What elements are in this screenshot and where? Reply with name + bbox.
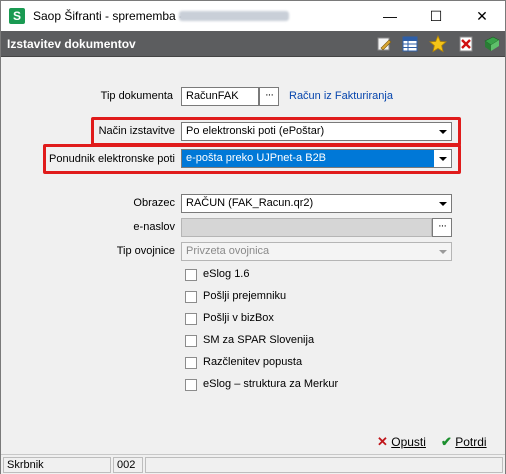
table-icon[interactable] [401, 35, 419, 53]
app-icon: S [9, 8, 25, 24]
title-bar: S Saop Šifranti - sprememba - — ☐ ✕ [1, 1, 505, 31]
status-code: 002 [113, 457, 143, 473]
form-content: Tip dokumenta RačunFAK ··· Račun iz Fakt… [1, 57, 505, 427]
check-icon: ✔ [441, 434, 452, 449]
status-empty [145, 457, 503, 473]
eslog-16-label: eSlog 1.6 [203, 268, 250, 280]
eslog-merkur-label: eSlog – struktura za Merkur [203, 378, 339, 390]
eslog-merkur-checkbox[interactable] [185, 379, 197, 391]
poslji-bizbox-checkbox[interactable] [185, 313, 197, 325]
sm-spar-label: SM za SPAR Slovenija [203, 334, 315, 346]
tip-dokumenta-label: Tip dokumenta [100, 90, 173, 102]
ponudnik-select[interactable]: e-pošta preko UJPnet-a B2B [181, 149, 452, 168]
cancel-button[interactable]: ✕ Opusti [377, 434, 426, 450]
poslji-bizbox-label: Pošlji v bizBox [203, 312, 274, 324]
nacin-izstavitve-select[interactable]: Po elektronski poti (ePoštar) [181, 122, 452, 141]
maximize-button[interactable]: ☐ [413, 1, 459, 31]
minimize-button[interactable]: — [367, 1, 413, 31]
e-naslov-input[interactable] [181, 218, 432, 237]
book-icon[interactable] [483, 35, 501, 53]
form-title: Izstavitev dokumentov [7, 37, 136, 51]
tip-ovojnice-select[interactable]: Privzeta ovojnica [181, 242, 452, 261]
eslog-16-checkbox[interactable] [185, 269, 197, 281]
status-bar: Skrbnik 002 [1, 454, 505, 474]
confirm-button[interactable]: ✔ Potrdi [441, 434, 487, 450]
ponudnik-label: Ponudnik elektronske poti [49, 153, 175, 165]
tip-dokumenta-link[interactable]: Račun iz Fakturiranja [289, 90, 393, 102]
sm-spar-checkbox[interactable] [185, 335, 197, 347]
e-naslov-label: e-naslov [133, 221, 175, 233]
poslji-prejemniku-label: Pošlji prejemniku [203, 290, 287, 302]
razclenitev-popusta-label: Razčlenitev popusta [203, 356, 303, 368]
nacin-izstavitve-label: Način izstavitve [98, 125, 175, 137]
form-header: Izstavitev dokumentov [1, 31, 505, 57]
nacin-izstavitve-chevron-down-icon[interactable] [435, 123, 451, 140]
e-naslov-browse-button[interactable]: ··· [432, 218, 452, 237]
cancel-icon: ✕ [377, 434, 388, 449]
star-icon[interactable] [429, 35, 447, 53]
title-redacted [179, 11, 289, 21]
ponudnik-selected-value: e-pošta preko UJPnet-a B2B [182, 150, 434, 167]
obrazec-label: Obrazec [133, 197, 175, 209]
close-button[interactable]: ✕ [459, 1, 505, 31]
ponudnik-chevron-down-icon[interactable] [435, 150, 451, 167]
window-title: Saop Šifranti - sprememba - [33, 9, 184, 23]
delete-icon[interactable] [457, 35, 475, 53]
tip-ovojnice-chevron-down-icon[interactable] [435, 243, 451, 260]
obrazec-select[interactable]: RAČUN (FAK_Racun.qr2) [181, 194, 452, 213]
tip-ovojnice-label: Tip ovojnice [116, 245, 175, 257]
tip-dokumenta-input[interactable]: RačunFAK [181, 87, 259, 106]
tip-dokumenta-browse-button[interactable]: ··· [259, 87, 279, 106]
confirm-label: Potrdi [455, 435, 487, 449]
status-user: Skrbnik [3, 457, 111, 473]
dialog-window: S Saop Šifranti - sprememba - — ☐ ✕ Izst… [0, 0, 506, 474]
razclenitev-popusta-checkbox[interactable] [185, 357, 197, 369]
cancel-label: Opusti [391, 435, 426, 449]
obrazec-chevron-down-icon[interactable] [435, 195, 451, 212]
edit-icon[interactable] [375, 35, 393, 53]
poslji-prejemniku-checkbox[interactable] [185, 291, 197, 303]
